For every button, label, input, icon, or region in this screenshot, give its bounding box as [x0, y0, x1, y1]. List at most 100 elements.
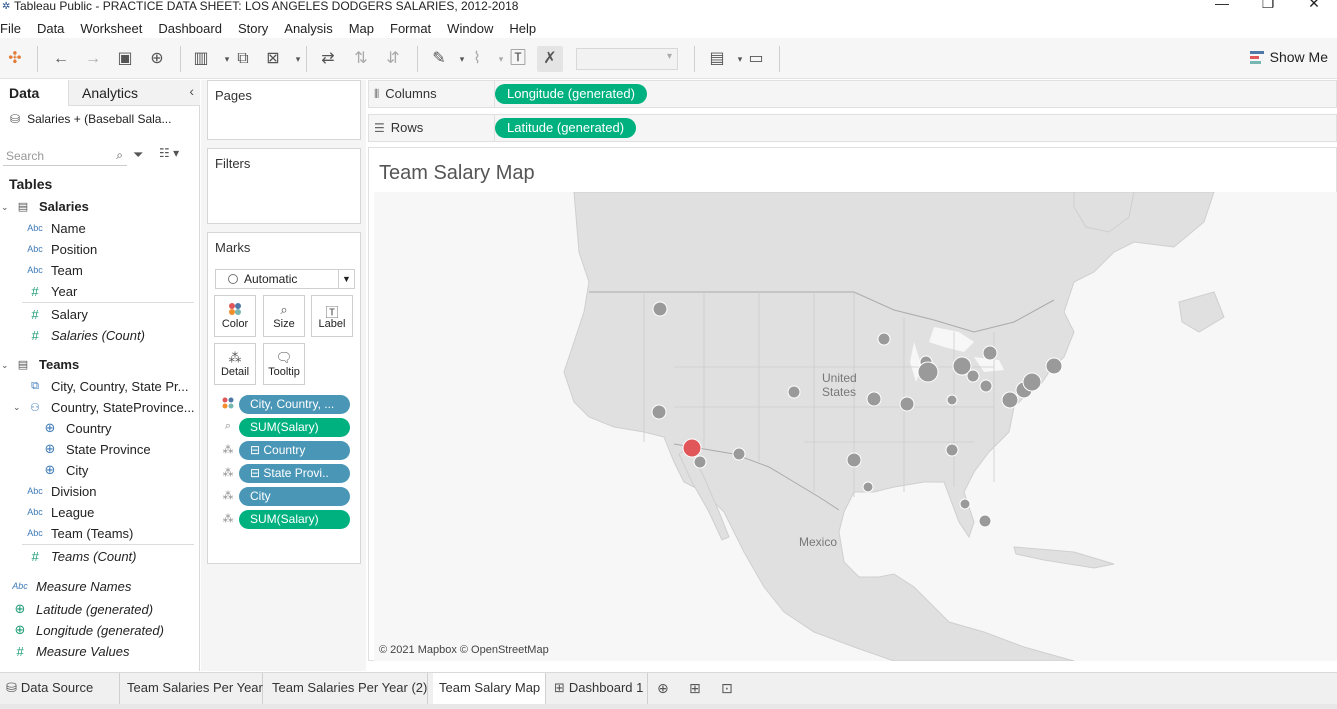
collapse-salaries-icon[interactable]: ⌄ — [1, 202, 9, 213]
field-longitude[interactable]: ⊕ Longitude (generated) — [9, 620, 164, 640]
field-team[interactable]: Abc Team — [24, 260, 83, 280]
sort-descending-icon[interactable]: ⇵ — [380, 46, 406, 72]
map-marker[interactable] — [866, 391, 882, 407]
pages-card[interactable]: Pages — [207, 80, 361, 140]
field-measure-values[interactable]: # Measure Values — [9, 641, 129, 661]
map-marker[interactable] — [945, 443, 959, 457]
map-marker[interactable] — [693, 455, 707, 469]
map-marker[interactable] — [982, 345, 998, 361]
tableau-home-icon[interactable]: ✣ — [2, 46, 28, 72]
menu-dashboard[interactable]: Dashboard — [158, 18, 222, 38]
label-button[interactable]: 🅃 Label — [311, 295, 353, 337]
presentation-mode-icon[interactable]: ▭ — [743, 46, 769, 72]
columns-pill[interactable]: Longitude (generated) — [495, 84, 647, 104]
rows-pill[interactable]: Latitude (generated) — [495, 118, 637, 138]
field-salaries-count[interactable]: # Salaries (Count) — [24, 325, 145, 345]
map-marker[interactable] — [979, 379, 993, 393]
undo-icon[interactable]: ← — [48, 46, 74, 72]
filter-icon[interactable]: ⏷ — [133, 147, 143, 163]
sort-ascending-icon[interactable]: ⇅ — [348, 46, 374, 72]
menu-story[interactable]: Story — [238, 18, 268, 38]
tab-data-source[interactable]: ⛁ Data Source — [0, 673, 120, 704]
field-league[interactable]: Abc League — [24, 502, 94, 522]
table-teams[interactable]: ▤ Teams — [12, 354, 79, 374]
map-marker[interactable] — [978, 514, 992, 528]
view-options-icon[interactable]: ☷ ▾ — [159, 146, 179, 160]
fix-axes-icon[interactable]: ✗ — [537, 46, 563, 72]
new-worksheet-icon[interactable]: ▥ — [188, 46, 214, 72]
map-canvas[interactable]: United States Mexico — [374, 192, 1337, 661]
map-marker[interactable] — [862, 481, 874, 493]
map-marker[interactable] — [652, 301, 668, 317]
save-icon[interactable]: ▣ — [112, 46, 138, 72]
tab-sheet-team-salaries-per-year-2[interactable]: Team Salaries Per Year (2) — [266, 673, 428, 704]
clear-sheet-icon[interactable]: ⊠ — [260, 46, 286, 72]
field-year[interactable]: # Year — [24, 281, 77, 301]
marks-pill[interactable]: City, Country, ... — [239, 395, 350, 414]
data-source-selector[interactable]: ⛁ Salaries + (Baseball Sala... — [10, 112, 171, 126]
map-marker-highlighted[interactable] — [682, 438, 702, 458]
table-salaries[interactable]: ▤ Salaries — [12, 196, 89, 216]
marks-pill[interactable]: ⊟ State Provi.. — [239, 464, 350, 483]
map-marker[interactable] — [1022, 372, 1042, 392]
menu-file[interactable]: File — [0, 18, 21, 38]
map-marker[interactable] — [959, 498, 971, 510]
duplicate-sheet-icon[interactable]: ⧉ — [230, 46, 256, 72]
search-input[interactable]: Search ⌕ — [3, 146, 127, 166]
map-marker[interactable] — [732, 447, 746, 461]
swap-rows-columns-icon[interactable]: ⇄ — [315, 46, 341, 72]
new-data-source-icon[interactable]: ⊕ — [144, 46, 170, 72]
field-position[interactable]: Abc Position — [24, 239, 97, 259]
tab-sheet-team-salaries-per-year[interactable]: Team Salaries Per Year — [121, 673, 263, 704]
marks-pill[interactable]: City — [239, 487, 350, 506]
menu-map[interactable]: Map — [349, 18, 374, 38]
menu-format[interactable]: Format — [390, 18, 431, 38]
field-name[interactable]: Abc Name — [24, 218, 85, 238]
size-button[interactable]: ⌕ Size — [263, 295, 305, 337]
tooltip-button[interactable]: 🗨 Tooltip — [263, 343, 305, 385]
clear-dropdown-icon[interactable]: ▾ — [285, 46, 311, 72]
map-marker[interactable] — [917, 361, 939, 383]
map-marker[interactable] — [1045, 357, 1063, 375]
field-team-teams[interactable]: Abc Team (Teams) — [24, 523, 133, 543]
map-marker[interactable] — [651, 404, 667, 420]
collapse-hierarchy-icon[interactable]: ⌄ — [13, 402, 21, 413]
columns-shelf[interactable]: ⦀ Columns Longitude (generated) — [368, 80, 1337, 108]
marks-pill[interactable]: ⊟ Country — [239, 441, 350, 460]
group-members-icon[interactable]: ⌇ — [464, 46, 490, 72]
menu-analysis[interactable]: Analysis — [284, 18, 332, 38]
map-marker[interactable] — [846, 452, 862, 468]
field-salary[interactable]: # Salary — [24, 304, 87, 324]
field-city-country-state[interactable]: ⧉ City, Country, State Pr... — [24, 376, 188, 396]
map-marker[interactable] — [899, 396, 915, 412]
tab-data[interactable]: Data — [0, 80, 68, 106]
field-division[interactable]: Abc Division — [24, 481, 96, 501]
restore-button[interactable]: ❐ — [1245, 0, 1291, 10]
field-latitude[interactable]: ⊕ Latitude (generated) — [9, 599, 154, 619]
new-story-icon[interactable]: ⊡ — [721, 680, 733, 697]
map-marker[interactable] — [877, 332, 891, 346]
rows-shelf[interactable]: ☰ Rows Latitude (generated) — [368, 114, 1337, 142]
tab-analytics[interactable]: Analytics ‹ — [68, 80, 200, 106]
map-marker[interactable] — [966, 369, 980, 383]
show-mark-labels-icon[interactable]: 🅃 — [505, 46, 531, 72]
close-button[interactable]: ✕ — [1291, 0, 1337, 10]
map-marker[interactable] — [1001, 391, 1019, 409]
color-button[interactable]: Color — [214, 295, 256, 337]
marks-pill[interactable]: SUM(Salary) — [239, 510, 350, 529]
mark-type-dropdown[interactable]: Automatic ▼ — [215, 269, 355, 289]
map-marker[interactable] — [787, 385, 801, 399]
filters-card[interactable]: Filters — [207, 148, 361, 224]
field-hierarchy[interactable]: ⚇ Country, StateProvince... — [24, 397, 194, 417]
field-country[interactable]: ⊕ Country — [39, 418, 112, 438]
field-teams-count[interactable]: # Teams (Count) — [24, 546, 136, 566]
new-dashboard-icon[interactable]: ⊞ — [689, 680, 701, 697]
menu-help[interactable]: Help — [509, 18, 536, 38]
field-city[interactable]: ⊕ City — [39, 460, 89, 480]
collapse-teams-icon[interactable]: ⌄ — [1, 360, 9, 371]
new-worksheet-icon[interactable]: ⊕ — [657, 680, 669, 697]
minimize-button[interactable]: — — [1199, 0, 1245, 10]
tab-sheet-team-salary-map[interactable]: Team Salary Map — [433, 673, 546, 704]
field-state-province[interactable]: ⊕ State Province — [39, 439, 151, 459]
field-measure-names[interactable]: Abc Measure Names — [9, 576, 131, 596]
